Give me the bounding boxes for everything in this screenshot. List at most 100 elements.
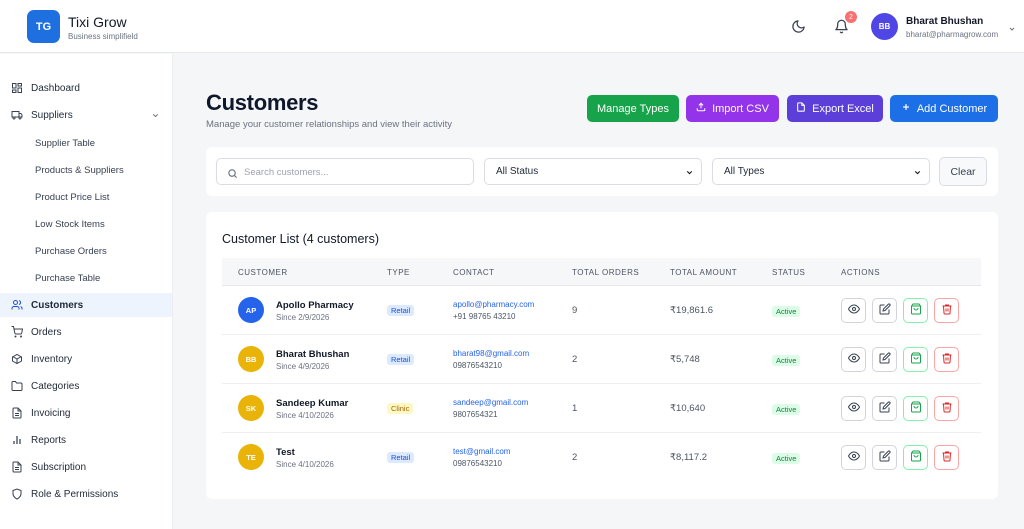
edit-icon	[879, 351, 891, 369]
sidebar-subitem-supplier-table[interactable]: Supplier Table	[35, 138, 95, 149]
upload-icon	[696, 102, 706, 115]
edit-button[interactable]	[872, 445, 897, 470]
table-row[interactable]: SK Sandeep Kumar Since 4/10/2026 Clinic sand…	[222, 384, 981, 433]
sidebar-subitem-products-suppliers[interactable]: Products & Suppliers	[35, 165, 124, 176]
customer-email[interactable]: test@gmail.com	[453, 447, 510, 456]
sidebar-item-invoicing[interactable]: Invoicing	[0, 401, 172, 425]
total-orders: 2	[572, 354, 578, 365]
search-icon	[227, 166, 238, 184]
sidebar-subitem-purchase-table[interactable]: Purchase Table	[35, 273, 100, 284]
types-select[interactable]: All Types	[712, 158, 930, 185]
orders-button[interactable]	[903, 298, 928, 323]
folder-icon	[11, 380, 23, 392]
customer-name[interactable]: Sandeep Kumar	[276, 398, 348, 409]
total-orders: 2	[572, 452, 578, 463]
user-avatar[interactable]: BB	[871, 13, 898, 40]
status-badge: Active	[772, 453, 801, 464]
orders-button[interactable]	[903, 396, 928, 421]
import-csv-button[interactable]: Import CSV	[686, 95, 779, 122]
delete-button[interactable]	[934, 298, 959, 323]
customer-avatar: TE	[238, 444, 264, 470]
status-select[interactable]: All Status	[484, 158, 702, 185]
sidebar-item-suppliers[interactable]: Suppliers	[0, 103, 172, 127]
customer-avatar: AP	[238, 297, 264, 323]
column-header-total-amount: TOTAL AMOUNT	[670, 268, 738, 277]
sidebar-item-roles[interactable]: Role & Permissions	[0, 482, 172, 506]
sidebar-item-label: Suppliers	[31, 109, 73, 121]
edit-icon	[879, 449, 891, 467]
sidebar-subitem-low-stock-items[interactable]: Low Stock Items	[35, 219, 105, 230]
edit-button[interactable]	[872, 347, 897, 372]
sidebar-item-subscription[interactable]: Subscription	[0, 455, 172, 479]
total-amount: ₹19,861.6	[670, 305, 714, 316]
add-customer-button[interactable]: Add Customer	[890, 95, 998, 122]
export-excel-label: Export Excel	[812, 102, 874, 115]
customer-name[interactable]: Bharat Bhushan	[276, 349, 349, 360]
table-row[interactable]: TE Test Since 4/10/2026 Retail test@gmail.co…	[222, 433, 981, 482]
view-button[interactable]	[841, 396, 866, 421]
table-row[interactable]: BB Bharat Bhushan Since 4/9/2026 Retail bhar…	[222, 335, 981, 384]
customer-list-title: Customer List (4 customers)	[222, 232, 379, 246]
sidebar-item-orders[interactable]: Orders	[0, 320, 172, 344]
view-button[interactable]	[841, 298, 866, 323]
sidebar-item-dashboard[interactable]: Dashboard	[0, 76, 172, 100]
customer-phone: 09876543210	[453, 459, 502, 468]
sidebar-item-label: Dashboard	[31, 82, 80, 94]
customer-email[interactable]: apollo@pharmacy.com	[453, 300, 534, 309]
search-box[interactable]	[216, 158, 474, 185]
export-excel-button[interactable]: Export Excel	[787, 95, 883, 122]
customer-name[interactable]: Test	[276, 447, 295, 458]
orders-button[interactable]	[903, 445, 928, 470]
dashboard-icon	[11, 82, 23, 94]
customer-since: Since 2/9/2026	[276, 313, 330, 322]
delete-button[interactable]	[934, 347, 959, 372]
type-badge: Clinic	[387, 403, 414, 414]
sidebar-item-reports[interactable]: Reports	[0, 428, 172, 452]
column-header-type: TYPE	[387, 268, 410, 277]
truck-icon	[11, 109, 23, 121]
total-amount: ₹10,640	[670, 403, 706, 414]
column-header-customer: CUSTOMER	[238, 268, 288, 277]
sidebar-item-label: Role & Permissions	[31, 488, 119, 500]
eye-icon	[847, 302, 860, 320]
manage-types-button[interactable]: Manage Types	[587, 95, 679, 122]
app-logo[interactable]: TG	[27, 10, 60, 43]
view-button[interactable]	[841, 445, 866, 470]
chevron-down-icon[interactable]	[151, 111, 160, 123]
edit-icon	[879, 400, 891, 418]
customer-since: Since 4/10/2026	[276, 460, 334, 469]
sidebar-subitem-product-price-list[interactable]: Product Price List	[35, 192, 109, 203]
view-button[interactable]	[841, 347, 866, 372]
types-select-value: All Types	[724, 166, 765, 177]
edit-button[interactable]	[872, 396, 897, 421]
sidebar-item-inventory[interactable]: Inventory	[0, 347, 172, 371]
sidebar-item-categories[interactable]: Categories	[0, 374, 172, 398]
status-badge: Active	[772, 404, 801, 415]
shopping-bag-icon	[910, 449, 922, 467]
sidebar-subitem-purchase-orders[interactable]: Purchase Orders	[35, 246, 107, 257]
clear-button[interactable]: Clear	[939, 157, 987, 186]
chevron-down-icon[interactable]	[1008, 20, 1016, 38]
delete-button[interactable]	[934, 445, 959, 470]
customer-email[interactable]: sandeep@gmail.com	[453, 398, 528, 407]
delete-button[interactable]	[934, 396, 959, 421]
search-input[interactable]	[244, 164, 464, 180]
chevron-down-icon	[685, 168, 694, 180]
sidebar-item-customers[interactable]: Customers	[0, 293, 172, 317]
customer-name[interactable]: Apollo Pharmacy	[276, 300, 354, 311]
user-email: bharat@pharmagrow.com	[906, 30, 999, 39]
sidebar-item-label: Orders	[31, 326, 62, 338]
shield-icon	[11, 488, 23, 500]
type-badge: Retail	[387, 452, 415, 463]
moon-icon[interactable]	[789, 17, 807, 35]
customer-email[interactable]: bharat98@gmail.com	[453, 349, 529, 358]
total-orders: 9	[572, 305, 578, 316]
table-row[interactable]: AP Apollo Pharmacy Since 2/9/2026 Retail apo…	[222, 286, 981, 335]
user-name[interactable]: Bharat Bhushan	[906, 16, 983, 27]
edit-button[interactable]	[872, 298, 897, 323]
column-header-status: STATUS	[772, 268, 806, 277]
file-icon	[11, 407, 23, 419]
sidebar-item-label: Customers	[31, 299, 84, 311]
orders-button[interactable]	[903, 347, 928, 372]
chevron-down-icon	[913, 168, 922, 180]
